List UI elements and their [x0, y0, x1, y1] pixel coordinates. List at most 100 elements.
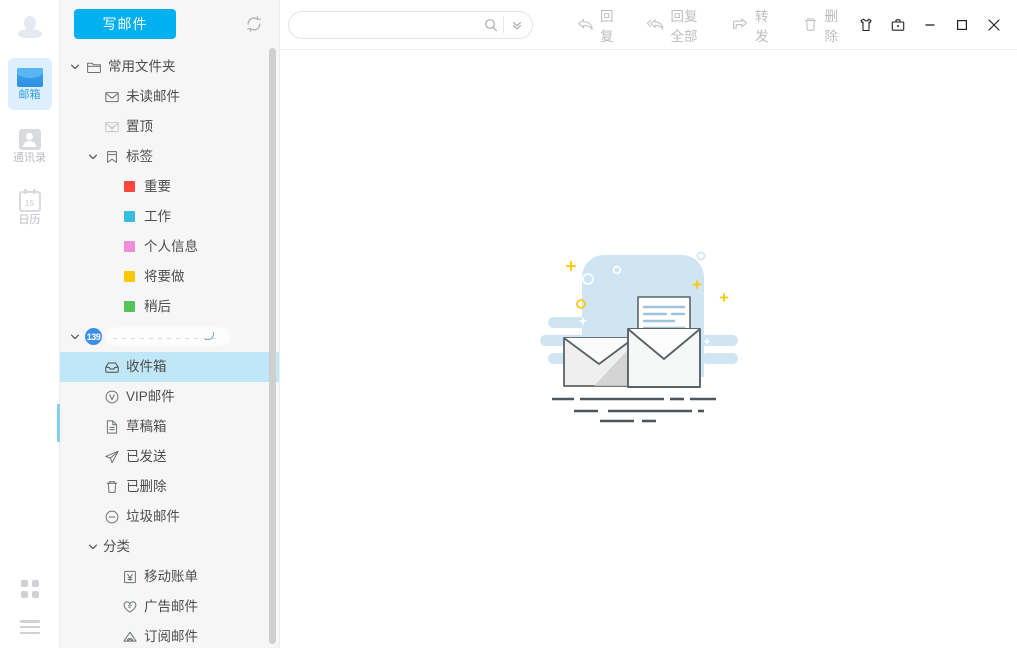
- chevron-down-icon[interactable]: [68, 330, 82, 344]
- empty-state: [280, 50, 1017, 648]
- folder-item-cat-bills[interactable]: 移动账单: [60, 562, 279, 592]
- reply-all-icon: [647, 16, 665, 34]
- compose-row: 写邮件: [60, 0, 279, 48]
- tshirt-skin-icon[interactable]: [853, 12, 879, 38]
- rail-item-mail[interactable]: 邮箱: [8, 58, 52, 110]
- toolbar: 回复回复全部转发删除: [280, 0, 1017, 50]
- folder-item-category[interactable]: 分类: [60, 532, 279, 562]
- minimize-icon[interactable]: [917, 12, 943, 38]
- folder-item-drafts[interactable]: 草稿箱: [60, 412, 279, 442]
- folder-item-label: 个人信息: [144, 240, 198, 254]
- mail-icon: [17, 68, 43, 87]
- trash-icon: [802, 16, 819, 34]
- send-icon: [103, 448, 120, 465]
- grid-apps-icon[interactable]: [21, 580, 39, 598]
- tag-icon: [103, 148, 120, 165]
- folder-item-unread[interactable]: 未读邮件: [60, 82, 279, 112]
- folder-item-label: 垃圾邮件: [126, 510, 180, 524]
- sidebar: 写邮件 常用文件夹未读邮件置顶标签重要工作个人信息将要做稍后 139 收件箱 VIP邮…: [60, 0, 280, 648]
- account-unread-badge: 139: [85, 328, 102, 345]
- folder-item-label-important[interactable]: 重要: [60, 172, 279, 202]
- chevron-down-icon[interactable]: [86, 150, 100, 164]
- trash-icon: [103, 478, 120, 495]
- chevron-down-icon[interactable]: [86, 540, 100, 554]
- folder-item-label: VIP邮件: [126, 390, 175, 404]
- folder-item-cat-ads[interactable]: 广告邮件: [60, 592, 279, 622]
- close-icon[interactable]: [981, 12, 1007, 38]
- rss-cloud-icon: [121, 628, 138, 645]
- yuan-bill-icon: [121, 568, 138, 585]
- rail-bottom-group: [20, 580, 40, 634]
- folder-item-label-work[interactable]: 工作: [60, 202, 279, 232]
- briefcase-icon[interactable]: [885, 12, 911, 38]
- folder-item-label: 常用文件夹: [108, 60, 176, 74]
- folder-item-label: 工作: [144, 210, 171, 224]
- reply-all-button[interactable]: 回复全部: [633, 10, 715, 40]
- folder-item-label: 移动账单: [144, 570, 198, 584]
- search-icon[interactable]: [479, 13, 503, 37]
- folder-item-label: 收件箱: [126, 360, 167, 374]
- chevron-down-icon[interactable]: [68, 60, 82, 74]
- forward-label: 转发: [755, 5, 770, 45]
- folder-item-label: 分类: [103, 540, 130, 554]
- account-name-redacted: [107, 329, 229, 344]
- empty-mailbox-illustration: [534, 239, 764, 429]
- reply-label: 回复: [600, 5, 615, 45]
- folder-item-deleted[interactable]: 已删除: [60, 472, 279, 502]
- folder-item-label: 标签: [126, 150, 153, 164]
- folder-item-spam[interactable]: 垃圾邮件: [60, 502, 279, 532]
- folder-icon: [85, 58, 102, 75]
- window-controls: [853, 12, 1007, 38]
- envelope-icon: [103, 88, 120, 105]
- folder-item-label: 置顶: [126, 120, 153, 134]
- main-panel: 回复回复全部转发删除: [280, 0, 1017, 648]
- folder-item-labels[interactable]: 标签: [60, 142, 279, 172]
- folder-item-label: 已发送: [126, 450, 167, 464]
- refresh-icon[interactable]: [241, 11, 267, 37]
- compose-button[interactable]: 写邮件: [74, 9, 176, 39]
- folder-item-common-folders[interactable]: 常用文件夹: [60, 52, 279, 82]
- folder-item-vip[interactable]: VIP邮件: [60, 382, 279, 412]
- reply-button[interactable]: 回复: [563, 10, 629, 40]
- sidebar-scrollbar[interactable]: [269, 48, 276, 644]
- user-avatar[interactable]: [8, 8, 52, 48]
- app-window: 邮箱 通讯录 15 日历 写邮件: [0, 0, 1017, 648]
- forward-button[interactable]: 转发: [718, 10, 784, 40]
- delete-button[interactable]: 删除: [788, 10, 854, 40]
- folder-item-inbox[interactable]: 收件箱: [60, 352, 279, 382]
- folder-item-label: 广告邮件: [144, 600, 198, 614]
- inbox-icon: [103, 358, 120, 375]
- calendar-day: 15: [25, 200, 34, 208]
- folder-item-sent[interactable]: 已发送: [60, 442, 279, 472]
- forward-icon: [732, 16, 749, 34]
- folder-item-label: 将要做: [144, 270, 185, 284]
- label-color-swatch: [121, 208, 138, 225]
- block-icon: [103, 508, 120, 525]
- folder-item-cat-subs[interactable]: 订阅邮件: [60, 622, 279, 648]
- folder-item-account[interactable]: 139: [60, 322, 279, 352]
- folder-item-label: 重要: [144, 180, 171, 194]
- calendar-icon: 15: [19, 191, 41, 212]
- folder-item-label-todo[interactable]: 将要做: [60, 262, 279, 292]
- folder-item-label: 未读邮件: [126, 90, 180, 104]
- folder-item-label-later[interactable]: 稍后: [60, 292, 279, 322]
- hamburger-menu-icon[interactable]: [20, 620, 40, 634]
- folder-item-pinned[interactable]: 置顶: [60, 112, 279, 142]
- reply-all-label: 回复全部: [671, 5, 701, 45]
- avatar-icon: [17, 15, 43, 41]
- label-color-swatch: [121, 298, 138, 315]
- vip-icon: [103, 388, 120, 405]
- reply-icon: [577, 16, 594, 34]
- search-input[interactable]: [303, 13, 479, 37]
- maximize-icon[interactable]: [949, 12, 975, 38]
- folder-item-label: 稍后: [144, 300, 171, 314]
- rail-item-contacts[interactable]: 通讯录: [8, 120, 52, 172]
- chevron-double-down-icon[interactable]: [504, 13, 530, 37]
- rail-item-calendar[interactable]: 15 日历: [8, 182, 52, 234]
- draft-icon: [103, 418, 120, 435]
- search-box[interactable]: [288, 11, 533, 39]
- folder-tree: 常用文件夹未读邮件置顶标签重要工作个人信息将要做稍后 139 收件箱 VIP邮件草稿箱…: [60, 48, 279, 648]
- contacts-icon: [19, 129, 41, 150]
- folder-item-label-personal[interactable]: 个人信息: [60, 232, 279, 262]
- folder-item-label: 已删除: [126, 480, 167, 494]
